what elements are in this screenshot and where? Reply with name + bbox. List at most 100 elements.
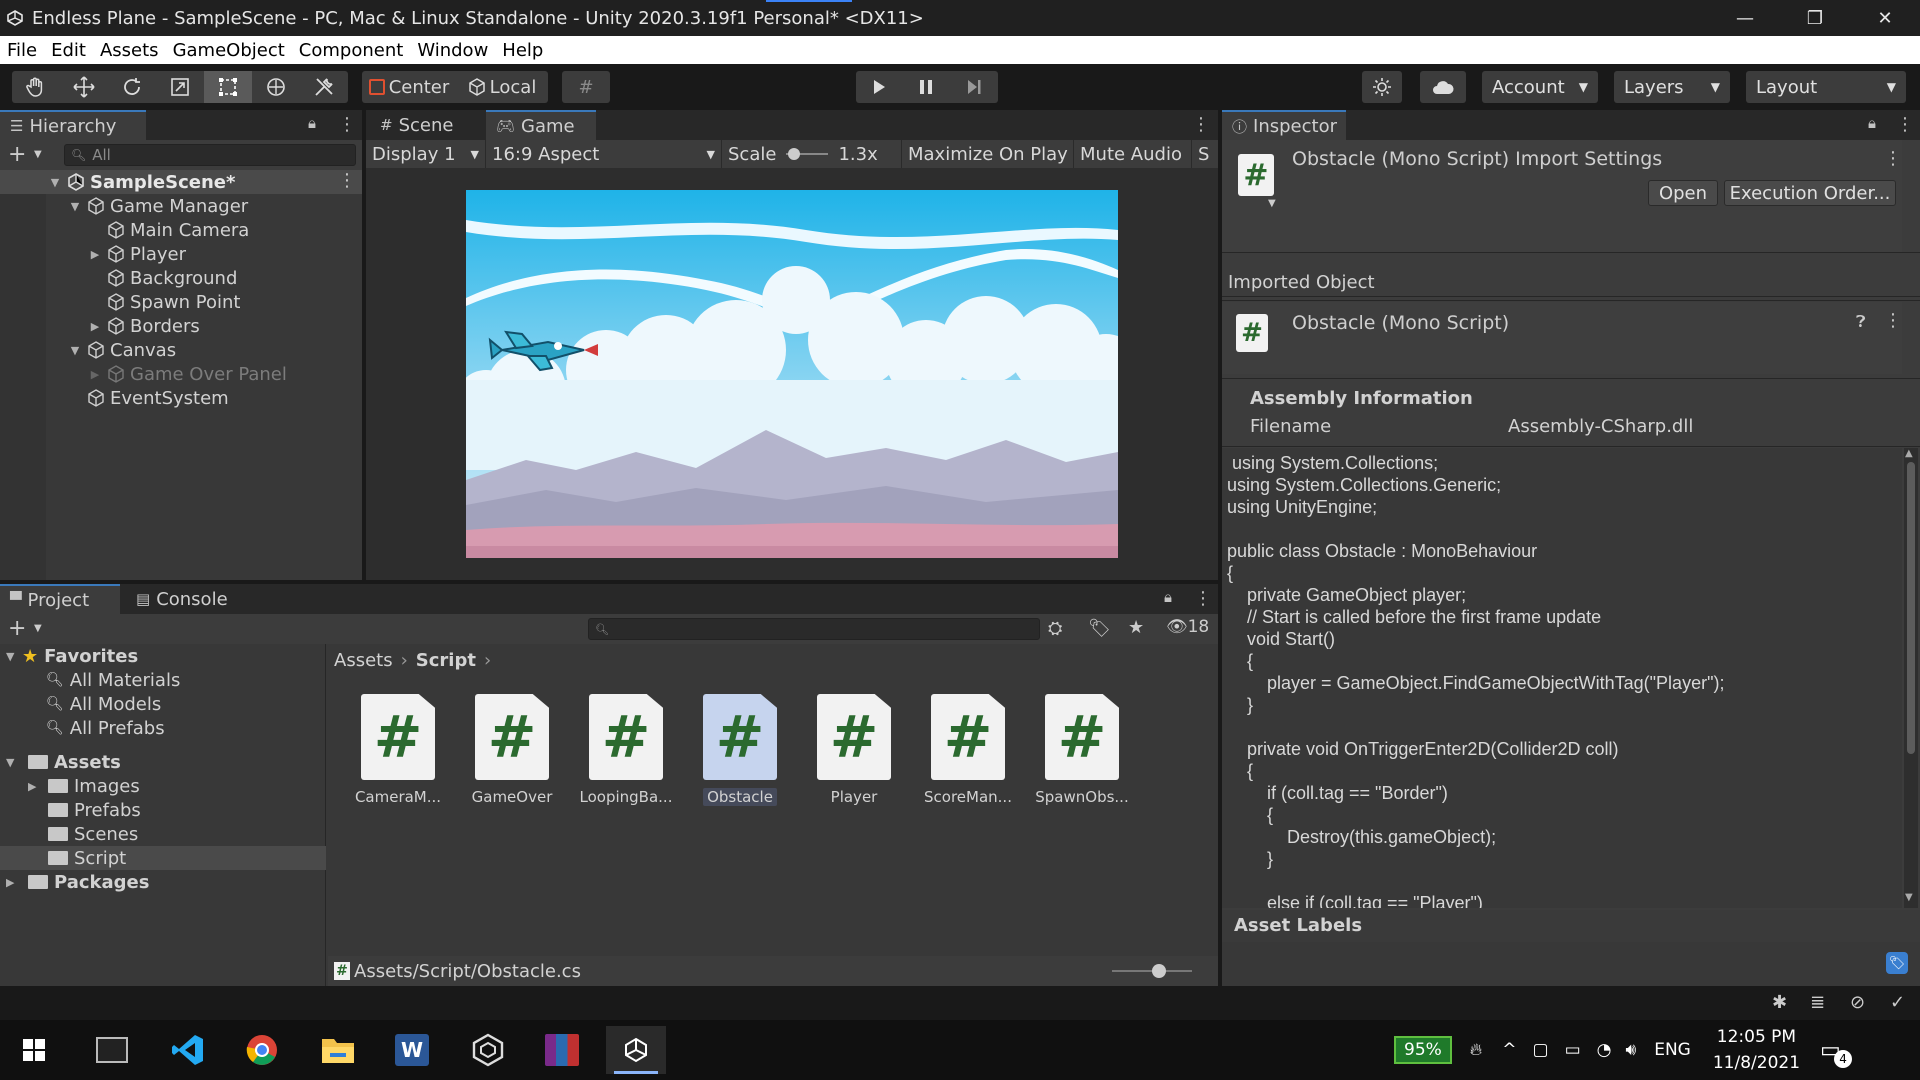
taskbar-terminal[interactable] xyxy=(82,1026,142,1074)
maximize-on-play-toggle[interactable]: Maximize On Play xyxy=(902,140,1074,168)
menu-help[interactable]: Help xyxy=(495,40,550,61)
lock-icon[interactable]: 🔒︎ xyxy=(1164,588,1172,606)
expand-arrow-icon[interactable]: ▼ xyxy=(48,176,62,189)
taskbar-word[interactable]: W xyxy=(382,1026,442,1074)
play-button[interactable] xyxy=(856,71,902,103)
rotate-tool-button[interactable] xyxy=(108,71,156,103)
expand-arrow-icon[interactable]: ▼ xyxy=(68,344,82,357)
menu-component[interactable]: Component xyxy=(292,40,411,61)
scroll-down-icon[interactable]: ▼ xyxy=(1905,892,1913,903)
scroll-up-icon[interactable]: ▲ xyxy=(1905,448,1913,459)
favorite-star-icon[interactable]: ★ xyxy=(1128,617,1144,638)
tab-hierarchy[interactable]: ☰ Hierarchy xyxy=(0,110,146,140)
help-icon[interactable]: ❓︎ xyxy=(1856,312,1866,332)
asset-obstacle-script[interactable]: # Obstacle xyxy=(690,694,790,807)
bug-icon[interactable]: ✱ xyxy=(1772,992,1787,1013)
scale-slider[interactable]: Scale 1.3x xyxy=(722,140,902,168)
lock-icon[interactable]: 🔒︎ xyxy=(308,114,316,132)
menu-edit[interactable]: Edit xyxy=(44,40,93,61)
expand-arrow-icon[interactable]: ▼ xyxy=(6,756,28,769)
menu-gameobject[interactable]: GameObject xyxy=(166,40,292,61)
chevron-up-icon[interactable]: ^ xyxy=(1502,1040,1516,1060)
start-button[interactable] xyxy=(4,1026,64,1074)
pivot-local-toggle[interactable]: Local xyxy=(456,71,548,103)
stats-toggle[interactable]: S xyxy=(1192,140,1216,168)
battery-icon[interactable]: ▭ xyxy=(1565,1040,1581,1060)
rect-tool-button[interactable] xyxy=(204,71,252,103)
taskbar-winrar[interactable] xyxy=(532,1026,592,1074)
asset-camera-script[interactable]: # CameraM... xyxy=(348,694,448,806)
expand-arrow-icon[interactable]: ▶ xyxy=(28,780,48,793)
layers-dropdown[interactable]: Layers ▼ xyxy=(1614,71,1730,103)
asset-looping-script[interactable]: # LoopingBa... xyxy=(576,694,676,806)
menu-window[interactable]: Window xyxy=(410,40,495,61)
move-tool-button[interactable] xyxy=(60,71,108,103)
grid-snap-button[interactable]: # xyxy=(562,71,610,103)
expand-arrow-icon[interactable]: ▶ xyxy=(6,876,28,889)
collab-button[interactable] xyxy=(1362,71,1402,103)
execution-order-button[interactable]: Execution Order... xyxy=(1724,180,1896,206)
scrollbar-thumb[interactable] xyxy=(1907,462,1915,754)
pause-button[interactable] xyxy=(902,71,950,103)
cloud-button[interactable] xyxy=(1420,71,1466,103)
scale-tool-button[interactable] xyxy=(156,71,204,103)
battery-meter[interactable]: 95% xyxy=(1394,1036,1452,1064)
hierarchy-item-game-manager[interactable]: ▼ Game Manager xyxy=(0,194,362,218)
progress-icon[interactable]: ⊘ xyxy=(1850,992,1865,1013)
taskbar-chrome[interactable] xyxy=(232,1026,292,1074)
maximize-button[interactable]: ❐ xyxy=(1780,0,1850,36)
pivot-center-toggle[interactable]: Center xyxy=(362,71,456,103)
notifications-button[interactable]: ▭ 4 xyxy=(1820,1038,1853,1068)
close-button[interactable]: ✕ xyxy=(1850,0,1920,36)
hierarchy-item-background[interactable]: Background xyxy=(0,266,362,290)
more-options-icon[interactable]: ⋮ xyxy=(1884,148,1902,169)
volume-icon[interactable]: 🔊︎ xyxy=(1626,1040,1637,1060)
taskbar-unity-hub[interactable] xyxy=(458,1026,518,1074)
more-options-icon[interactable]: ⋮ xyxy=(1896,114,1914,135)
favorites-row[interactable]: ▼ ★ Favorites xyxy=(0,644,326,668)
folder-prefabs[interactable]: Prefabs xyxy=(0,798,326,822)
power-plan-icon[interactable]: 🔥︎ xyxy=(1470,1040,1482,1060)
breadcrumb-script[interactable]: Script xyxy=(416,650,476,671)
more-options-icon[interactable]: ⋮ xyxy=(338,170,356,191)
hierarchy-item-spawn-point[interactable]: Spawn Point xyxy=(0,290,362,314)
taskbar-unity-editor[interactable] xyxy=(606,1026,666,1074)
account-dropdown[interactable]: Account ▼ xyxy=(1482,71,1598,103)
folder-scenes[interactable]: Scenes xyxy=(0,822,326,846)
scene-row[interactable]: ▼ SampleScene* ⋮ xyxy=(0,170,362,194)
favorite-all-materials[interactable]: 🔍︎ All Materials xyxy=(0,668,326,692)
tab-inspector[interactable]: ⓘ Inspector xyxy=(1222,110,1346,140)
favorite-all-models[interactable]: 🔍︎ All Models xyxy=(0,692,326,716)
caret-down-icon[interactable]: ▼ xyxy=(34,149,42,160)
breadcrumb-assets[interactable]: Assets xyxy=(334,650,393,671)
scale-slider-track[interactable] xyxy=(786,148,829,160)
step-button[interactable] xyxy=(950,71,998,103)
label-tag-icon[interactable]: 🏷︎ xyxy=(1886,952,1908,974)
expand-arrow-icon[interactable]: ▶ xyxy=(88,320,102,333)
expand-arrow-icon[interactable]: ▶ xyxy=(88,368,102,381)
expand-arrow-icon[interactable]: ▼ xyxy=(68,200,82,213)
tab-console[interactable]: ▤ Console xyxy=(126,584,256,614)
hand-tool-button[interactable] xyxy=(12,71,60,103)
caret-down-icon[interactable]: ▼ xyxy=(34,623,42,634)
tab-scene[interactable]: # Scene xyxy=(370,110,482,140)
hierarchy-search-input[interactable]: 🔍︎ All xyxy=(64,144,356,166)
project-search-input[interactable]: 🔍︎ xyxy=(588,618,1040,640)
check-circle-icon[interactable]: ✓ xyxy=(1890,992,1905,1013)
expand-arrow-icon[interactable]: ▼ xyxy=(6,650,22,663)
open-button[interactable]: Open xyxy=(1648,180,1718,206)
expand-arrow-icon[interactable]: ▶ xyxy=(88,248,102,261)
transform-tool-button[interactable] xyxy=(252,71,300,103)
hierarchy-item-canvas[interactable]: ▼ Canvas xyxy=(0,338,362,362)
asset-player-script[interactable]: # Player xyxy=(804,694,904,806)
code-scrollbar[interactable]: ▲ ▼ xyxy=(1904,448,1918,908)
folder-script[interactable]: Script xyxy=(0,846,326,870)
icon-size-slider-thumb[interactable] xyxy=(1152,964,1166,978)
packages-row[interactable]: ▶ Packages xyxy=(0,870,326,894)
aspect-dropdown[interactable]: 16:9 Aspect ▼ xyxy=(486,140,722,168)
taskbar-file-explorer[interactable] xyxy=(308,1026,368,1074)
add-plus-icon[interactable]: + xyxy=(8,142,26,167)
favorite-all-prefabs[interactable]: 🔍︎ All Prefabs xyxy=(0,716,326,740)
taskbar-vscode[interactable] xyxy=(158,1026,218,1074)
layout-dropdown[interactable]: Layout ▼ xyxy=(1746,71,1906,103)
